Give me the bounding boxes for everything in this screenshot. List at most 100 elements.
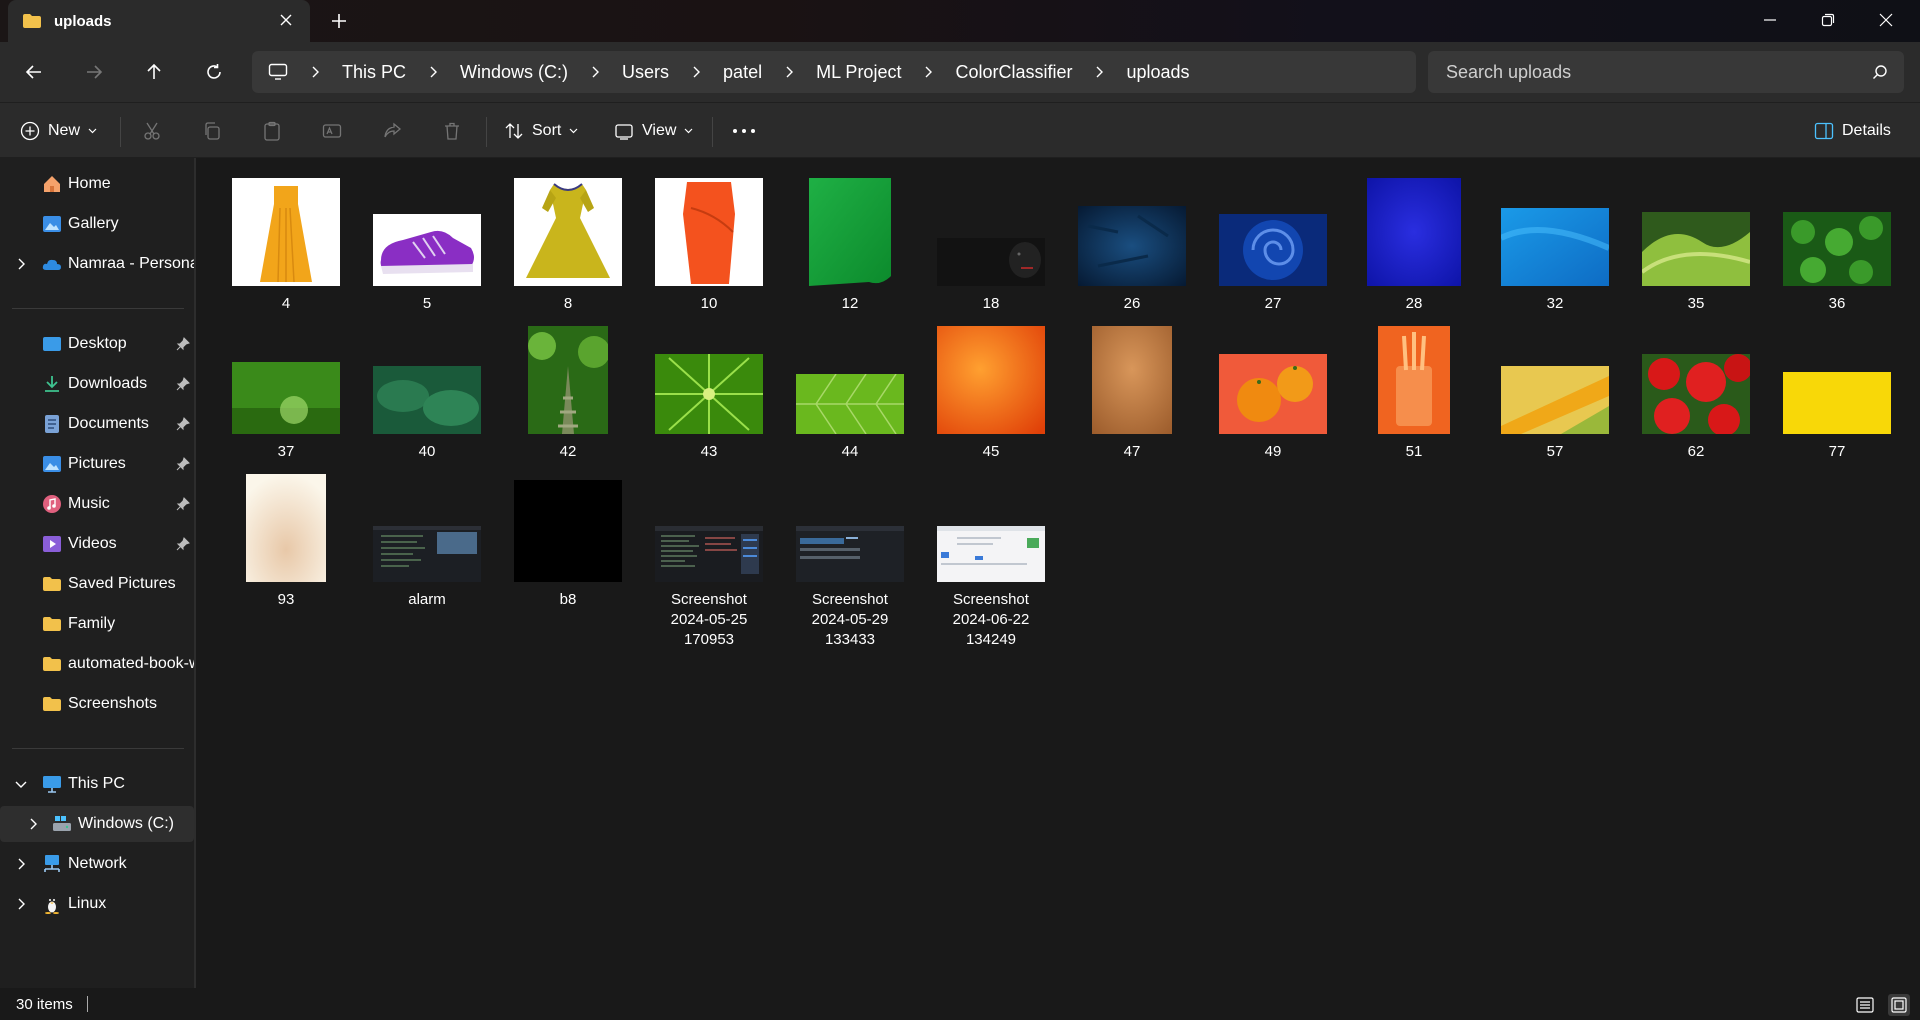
large-icons-view-button[interactable] — [1888, 994, 1910, 1016]
details-label: Details — [1842, 122, 1891, 139]
refresh-button[interactable] — [198, 56, 230, 88]
sidebar-item-music[interactable]: Music — [0, 486, 194, 522]
pin-icon[interactable] — [176, 417, 190, 431]
divider — [12, 748, 184, 749]
file-name: 32 — [1546, 295, 1564, 312]
breadcrumb-users[interactable]: Users — [622, 62, 669, 83]
file-name: 18 — [982, 295, 1000, 312]
sidebar-item-windows-c[interactable]: Windows (C:) — [0, 806, 194, 842]
chevron-right-icon[interactable] — [689, 65, 703, 79]
chevron-right-icon[interactable] — [14, 897, 28, 911]
sidebar-item-network[interactable]: Network — [0, 846, 194, 882]
search-input[interactable] — [1446, 61, 1846, 83]
sidebar-item-documents[interactable]: Documents — [0, 406, 194, 442]
file-name: 12 — [841, 295, 859, 312]
sidebar-item-gallery[interactable]: Gallery — [0, 206, 194, 242]
paste-button[interactable] — [262, 115, 282, 147]
tab-uploads[interactable]: uploads — [8, 0, 310, 42]
close-icon — [1879, 13, 1893, 27]
share-button[interactable] — [382, 115, 402, 147]
new-tab-icon[interactable] — [330, 12, 348, 30]
sidebar-item-screenshots[interactable]: Screenshots — [0, 686, 194, 722]
status-bar: 30 items — [0, 988, 1920, 1020]
thumbnail — [1213, 324, 1333, 434]
navigation-bar: This PC Windows (C:) Users patel ML Proj… — [0, 42, 1920, 102]
sidebar-item-label: Music — [68, 495, 110, 512]
sidebar-item-desktop[interactable]: Desktop — [0, 326, 194, 362]
sort-icon — [505, 123, 523, 139]
up-button[interactable] — [138, 56, 170, 88]
thumbnail — [790, 472, 910, 582]
sidebar-item-automated-book[interactable]: automated-book-w — [0, 646, 194, 682]
address-bar[interactable]: This PC Windows (C:) Users patel ML Proj… — [252, 51, 1416, 93]
file-name: 35 — [1687, 295, 1705, 312]
command-bar: New Sort View Details — [0, 102, 1920, 158]
chevron-right-icon[interactable] — [14, 257, 28, 271]
view-icon — [615, 124, 633, 140]
sidebar-item-family[interactable]: Family — [0, 606, 194, 642]
details-view-button[interactable] — [1854, 994, 1876, 1016]
pictures-icon — [43, 456, 61, 472]
sidebar-item-label: Downloads — [68, 375, 148, 392]
pin-icon[interactable] — [176, 537, 190, 551]
forward-button[interactable] — [78, 56, 110, 88]
sidebar-item-saved-pictures[interactable]: Saved Pictures — [0, 566, 194, 602]
breadcrumb-uploads[interactable]: uploads — [1126, 62, 1189, 83]
new-button[interactable]: New — [20, 115, 97, 147]
downloads-icon — [45, 376, 59, 392]
breadcrumb-windows-c[interactable]: Windows (C:) — [460, 62, 568, 83]
restore-button[interactable] — [1800, 0, 1856, 40]
pin-icon[interactable] — [176, 457, 190, 471]
cut-button[interactable] — [142, 115, 162, 147]
trash-icon — [445, 122, 459, 140]
search-box[interactable] — [1428, 51, 1904, 93]
sidebar-item-this-pc[interactable]: This PC — [0, 766, 194, 802]
chevron-right-icon[interactable] — [14, 857, 28, 871]
refresh-icon — [207, 64, 221, 79]
sidebar-item-linux[interactable]: Linux — [0, 886, 194, 922]
pin-icon[interactable] — [176, 497, 190, 511]
chevron-right-icon[interactable] — [921, 65, 935, 79]
folder-icon — [43, 697, 61, 711]
close-icon[interactable] — [278, 12, 294, 28]
back-button[interactable] — [18, 56, 50, 88]
sidebar-item-home[interactable]: Home — [0, 166, 194, 202]
pin-icon[interactable] — [176, 377, 190, 391]
breadcrumb-ml-project[interactable]: ML Project — [816, 62, 901, 83]
minimize-button[interactable] — [1742, 0, 1798, 40]
item-count: 30 items — [16, 995, 73, 1013]
sidebar-item-downloads[interactable]: Downloads — [0, 366, 194, 402]
sort-button[interactable]: Sort — [504, 115, 578, 147]
details-button[interactable]: Details — [1814, 115, 1891, 147]
search-icon[interactable] — [1872, 64, 1888, 80]
divider — [712, 117, 713, 147]
onedrive-icon — [42, 259, 61, 270]
sidebar-item-label: automated-book-w — [68, 655, 194, 672]
chevron-right-icon[interactable] — [588, 65, 602, 79]
desktop-icon — [43, 337, 61, 351]
delete-button[interactable] — [442, 115, 462, 147]
chevron-right-icon[interactable] — [1092, 65, 1106, 79]
sidebar-item-label: This PC — [68, 775, 125, 792]
chevron-right-icon[interactable] — [426, 65, 440, 79]
close-window-button[interactable] — [1858, 0, 1914, 40]
chevron-right-icon[interactable] — [782, 65, 796, 79]
breadcrumb-this-pc[interactable]: This PC — [342, 62, 406, 83]
view-button[interactable]: View — [614, 115, 693, 147]
sidebar-item-videos[interactable]: Videos — [0, 526, 194, 562]
pin-icon[interactable] — [176, 337, 190, 351]
folder-icon — [43, 617, 61, 631]
more-options-button[interactable] — [732, 115, 756, 147]
thumbnail — [1777, 176, 1897, 286]
cut-icon — [144, 122, 160, 140]
copy-button[interactable] — [202, 115, 222, 147]
sidebar-item-pictures[interactable]: Pictures — [0, 446, 194, 482]
breadcrumb-colorclassifier[interactable]: ColorClassifier — [955, 62, 1072, 83]
chevron-down-icon[interactable] — [14, 777, 28, 791]
thumbnail — [1354, 324, 1474, 434]
rename-button[interactable] — [322, 115, 342, 147]
sidebar-item-onedrive[interactable]: Namraa - Personal — [0, 246, 194, 282]
folder-icon — [43, 657, 61, 671]
chevron-right-icon[interactable] — [26, 817, 40, 831]
breadcrumb-patel[interactable]: patel — [723, 62, 762, 83]
